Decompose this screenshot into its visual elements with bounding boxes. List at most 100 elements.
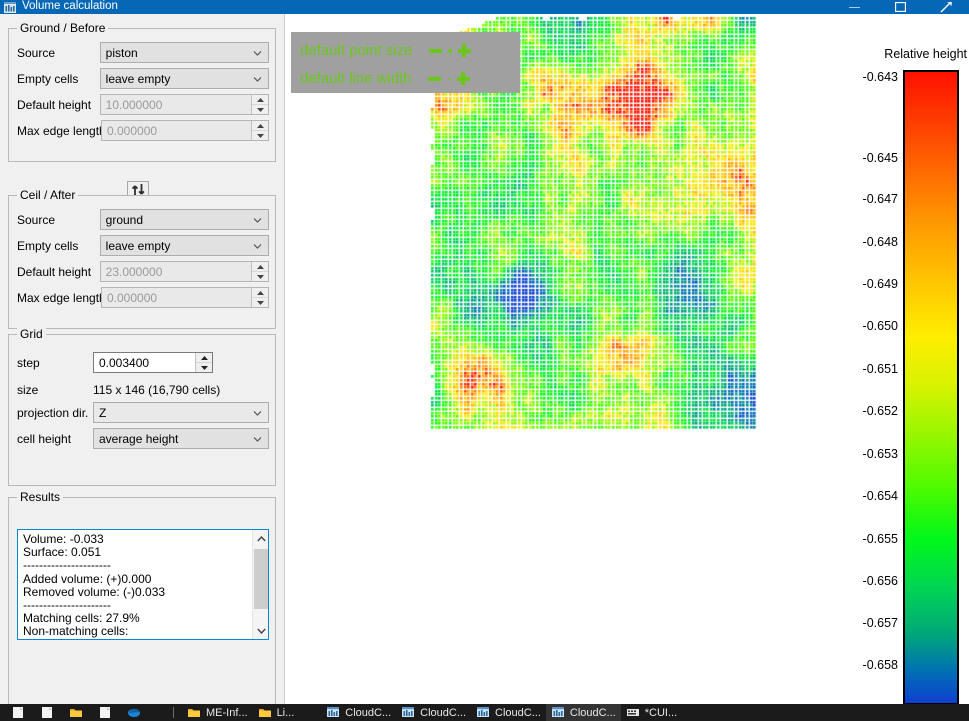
ground-empty-cells-combo[interactable]: leave empty bbox=[100, 68, 269, 89]
ceil-source-combo[interactable]: ground bbox=[100, 209, 269, 230]
ceil-empty-cells-combo[interactable]: leave empty bbox=[100, 235, 269, 256]
ceil-empty-cells-value: leave empty bbox=[106, 239, 171, 253]
scale-tick-10: -0.655 bbox=[863, 532, 898, 546]
scrollbar-thumb[interactable] bbox=[254, 549, 268, 609]
point-cloud-render[interactable] bbox=[286, 14, 969, 704]
line-width-indicator-icon bbox=[448, 78, 450, 80]
minus-icon[interactable] bbox=[429, 49, 442, 53]
ceil-max-edge-value: 0.000000 bbox=[107, 291, 157, 305]
spinner-up-icon[interactable] bbox=[252, 121, 268, 131]
taskbar-item-0[interactable] bbox=[6, 704, 35, 721]
spinner-down-icon[interactable] bbox=[252, 272, 268, 281]
taskbar-item-label: ME-Inf... bbox=[206, 707, 248, 719]
spinner-buttons[interactable] bbox=[251, 288, 268, 307]
grid-cell-height-label: cell height bbox=[17, 432, 93, 446]
taskbar-item-11[interactable]: *CUI... bbox=[621, 704, 682, 721]
window-titlebar[interactable]: Volume calculation bbox=[0, 0, 969, 14]
chevron-down-icon bbox=[253, 408, 262, 417]
windows-taskbar[interactable]: ME-Inf... Li... CloudC... CloudC... CloudC..… bbox=[0, 704, 969, 721]
spinner-up-icon[interactable] bbox=[252, 262, 268, 272]
scale-title: Relative height bbox=[884, 47, 967, 61]
spinner-down-icon[interactable] bbox=[196, 363, 212, 372]
taskbar-item-label: CloudC... bbox=[570, 707, 616, 719]
results-text: Volume: -0.033 Surface: 0.051 ----------… bbox=[23, 533, 165, 639]
scale-tick-9: -0.654 bbox=[863, 489, 898, 503]
ground-max-edge-spin[interactable]: 0.000000 bbox=[101, 120, 269, 141]
3d-viewport[interactable]: default point size default line width bbox=[286, 14, 969, 704]
chevron-down-icon bbox=[253, 241, 262, 250]
spinner-down-icon[interactable] bbox=[252, 131, 268, 140]
point-size-indicator-icon bbox=[448, 49, 452, 53]
minimize-icon[interactable] bbox=[831, 0, 877, 14]
grid-cell-height-combo[interactable]: average height bbox=[93, 428, 269, 449]
ceil-default-height-label: Default height bbox=[17, 265, 100, 279]
default-line-width-row[interactable]: default line width bbox=[300, 70, 470, 87]
ground-max-edge-label: Max edge length bbox=[17, 124, 101, 138]
scroll-up-icon[interactable] bbox=[253, 530, 269, 547]
scale-tick-7: -0.652 bbox=[863, 404, 898, 418]
ground-source-value: piston bbox=[106, 46, 138, 60]
taskbar-item-8[interactable]: CloudC... bbox=[396, 704, 471, 721]
plus-icon[interactable] bbox=[458, 44, 471, 57]
taskbar-item-label: CloudC... bbox=[420, 707, 466, 719]
scroll-down-icon[interactable] bbox=[253, 622, 269, 639]
window-title: Volume calculation bbox=[22, 0, 118, 13]
spinner-buttons[interactable] bbox=[251, 95, 268, 114]
taskbar-item-3[interactable] bbox=[93, 704, 122, 721]
ground-before-title: Ground / Before bbox=[17, 21, 108, 35]
ceil-default-height-spin[interactable]: 23.000000 bbox=[100, 261, 269, 282]
spinner-up-icon[interactable] bbox=[252, 95, 268, 105]
spinner-down-icon[interactable] bbox=[252, 105, 268, 114]
chevron-down-icon bbox=[253, 48, 262, 57]
maximize-icon[interactable] bbox=[877, 0, 923, 14]
ground-before-group: Ground / Before Source piston Empty cell… bbox=[8, 28, 276, 162]
spinner-down-icon[interactable] bbox=[252, 298, 268, 307]
spinner-buttons[interactable] bbox=[251, 262, 268, 281]
ground-default-height-value: 10.000000 bbox=[106, 98, 163, 112]
ceil-source-label: Source bbox=[17, 213, 100, 227]
spinner-buttons[interactable] bbox=[251, 121, 268, 140]
taskbar-item-2[interactable] bbox=[64, 704, 93, 721]
ground-source-label: Source bbox=[17, 46, 100, 60]
ceil-after-title: Ceil / After bbox=[17, 188, 78, 202]
minus-icon[interactable] bbox=[428, 77, 441, 81]
keyboard-icon bbox=[626, 705, 641, 720]
results-text-area[interactable]: Volume: -0.033 Surface: 0.051 ----------… bbox=[17, 529, 269, 640]
taskbar-item-7[interactable]: CloudC... bbox=[321, 704, 396, 721]
chevron-down-icon bbox=[253, 74, 262, 83]
spinner-up-icon[interactable] bbox=[252, 288, 268, 298]
taskbar-item-label: CloudC... bbox=[345, 707, 391, 719]
ceil-max-edge-spin[interactable]: 0.000000 bbox=[101, 287, 269, 308]
taskbar-item-5[interactable]: ME-Inf... bbox=[182, 704, 253, 721]
taskbar-item-4[interactable] bbox=[122, 704, 151, 721]
grid-cell-height-value: average height bbox=[99, 432, 178, 446]
results-group: Results Volume: -0.033 Surface: 0.051 --… bbox=[8, 497, 276, 712]
grid-size-value: 115 x 146 (16,790 cells) bbox=[93, 383, 220, 397]
ceil-empty-cells-label: Empty cells bbox=[17, 239, 100, 253]
grid-projection-combo[interactable]: Z bbox=[93, 402, 269, 423]
chevron-down-icon bbox=[253, 434, 262, 443]
cloudcompare-icon bbox=[326, 705, 341, 720]
scale-tick-2: -0.647 bbox=[863, 192, 898, 206]
chevron-down-icon bbox=[253, 215, 262, 224]
edge-icon bbox=[127, 705, 142, 720]
file-icon bbox=[40, 705, 55, 720]
taskbar-item-9[interactable]: CloudC... bbox=[471, 704, 546, 721]
spinner-buttons[interactable] bbox=[195, 353, 212, 372]
taskbar-separator bbox=[173, 707, 174, 718]
grid-projection-label: projection dir. bbox=[17, 406, 93, 420]
ground-source-combo[interactable]: piston bbox=[100, 42, 269, 63]
grid-group: Grid step 0.003400 Edit grid bbox=[8, 334, 276, 486]
ground-default-height-spin[interactable]: 10.000000 bbox=[100, 94, 269, 115]
taskbar-item-6[interactable]: Li... bbox=[253, 704, 300, 721]
results-scrollbar[interactable] bbox=[252, 530, 268, 639]
grid-step-spin[interactable]: 0.003400 bbox=[93, 352, 213, 373]
spinner-up-icon[interactable] bbox=[196, 353, 212, 363]
taskbar-item-1[interactable] bbox=[35, 704, 64, 721]
scale-tick-1: -0.645 bbox=[863, 151, 898, 165]
taskbar-item-10[interactable]: CloudC... bbox=[546, 704, 621, 721]
default-point-size-row[interactable]: default point size bbox=[300, 42, 471, 59]
plus-icon[interactable] bbox=[457, 72, 470, 85]
scale-tick-8: -0.653 bbox=[863, 447, 898, 461]
close-icon[interactable] bbox=[923, 0, 969, 14]
